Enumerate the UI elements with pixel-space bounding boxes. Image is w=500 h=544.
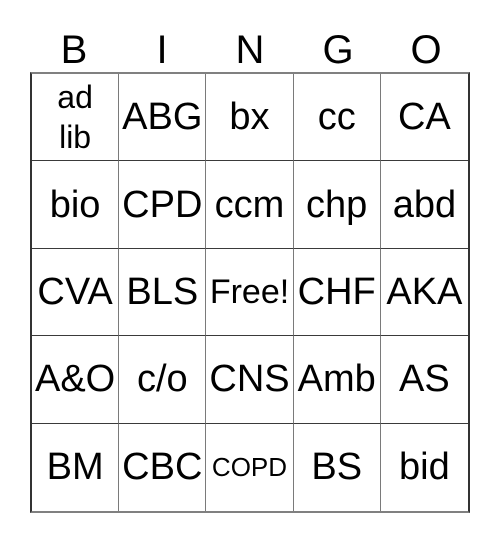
bingo-cell-label: CNS [209, 358, 290, 401]
bingo-cell-b2[interactable]: bio [32, 161, 120, 249]
bingo-cell-label: c/o [136, 358, 188, 401]
bingo-cell-label: AKA [386, 270, 463, 313]
bingo-cell-label: Amb [297, 358, 376, 401]
bingo-cell-label: A&O [34, 358, 116, 401]
bingo-cell-g3[interactable]: CHF [293, 248, 381, 337]
bingo-cell-label: CVA [37, 270, 113, 313]
header-letter-n: N [235, 28, 265, 72]
bingo-cell-label: BM [46, 446, 104, 489]
bingo-cell-b3[interactable]: CVA [32, 248, 120, 337]
bingo-cell-b5[interactable]: BM [32, 423, 120, 511]
bingo-cell-label: ccm [214, 183, 285, 226]
bingo-cell-o1[interactable]: CA [380, 74, 468, 162]
bingo-cell-free-space[interactable]: Free! [206, 248, 294, 337]
bingo-cell-o2[interactable]: abd [380, 161, 468, 249]
bingo-cell-label: CA [397, 96, 451, 139]
bingo-cell-g5[interactable]: BS [293, 423, 381, 511]
bingo-cell-n1[interactable]: bx [206, 74, 294, 162]
bingo-cell-label: CBC [122, 446, 203, 489]
header-letter-g: G [322, 28, 354, 72]
bingo-cell-label: cc [317, 96, 356, 139]
bingo-cell-n5[interactable]: COPD [206, 423, 294, 511]
bingo-cell-n2[interactable]: ccm [206, 161, 294, 249]
bingo-cell-g4[interactable]: Amb [293, 336, 381, 424]
bingo-cell-label: bid [399, 446, 450, 489]
bingo-cell-i2[interactable]: CPD [119, 161, 207, 249]
bingo-free-label: Free! [209, 272, 290, 311]
bingo-cell-i1[interactable]: ABG [119, 74, 207, 162]
bingo-cell-label: BLS [126, 270, 199, 313]
bingo-cell-label: bx [229, 96, 270, 139]
bingo-cell-label: CPD [122, 183, 203, 226]
bingo-cell-label: ad lib [57, 79, 93, 156]
bingo-cell-label: COPD [211, 452, 288, 483]
bingo-cell-g1[interactable]: cc [293, 74, 381, 162]
bingo-cell-label: CHF [297, 270, 376, 313]
bingo-cell-o4[interactable]: AS [380, 336, 468, 424]
bingo-cell-label: chp [306, 183, 368, 226]
bingo-cell-label: bio [49, 183, 101, 226]
bingo-header-row: B I N G O [30, 18, 470, 72]
bingo-cell-label: abd [392, 183, 457, 226]
bingo-cell-i5[interactable]: CBC [119, 423, 207, 511]
bingo-cell-label: ABG [122, 96, 203, 139]
header-letter-i: I [156, 28, 168, 72]
bingo-grid: ad lib ABG bx cc CA bio CPD ccm chp abd … [30, 72, 470, 513]
bingo-cell-n4[interactable]: CNS [206, 336, 294, 424]
bingo-cell-label: BS [311, 446, 363, 489]
bingo-cell-i3[interactable]: BLS [119, 248, 207, 337]
bingo-cell-o3[interactable]: AKA [380, 248, 468, 337]
bingo-cell-i4[interactable]: c/o [119, 336, 207, 424]
bingo-cell-b4[interactable]: A&O [32, 336, 120, 424]
bingo-cell-label: AS [399, 358, 450, 401]
bingo-cell-g2[interactable]: chp [293, 161, 381, 249]
header-letter-b: B [60, 28, 88, 72]
header-letter-o: O [410, 28, 442, 72]
bingo-cell-o5[interactable]: bid [380, 423, 468, 511]
bingo-card: B I N G O ad lib ABG bx cc CA bio CPD cc… [0, 0, 500, 544]
bingo-cell-b1[interactable]: ad lib [32, 74, 120, 162]
